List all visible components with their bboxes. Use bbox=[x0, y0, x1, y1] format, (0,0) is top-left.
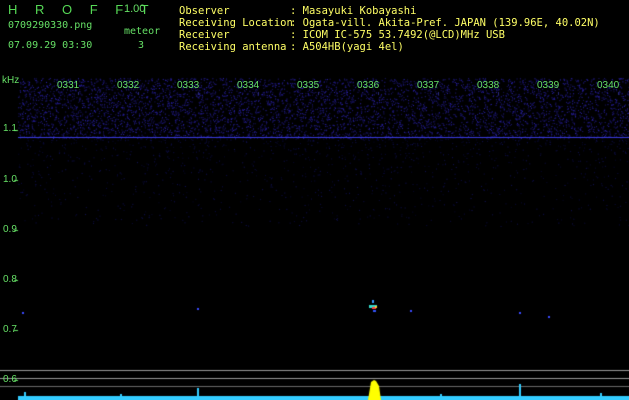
meteor-count: 3 bbox=[138, 40, 145, 51]
x-tick-label: 0337 bbox=[417, 80, 440, 91]
x-tick-label: 0333 bbox=[177, 80, 200, 91]
app-version: 1.00 bbox=[124, 3, 146, 15]
file-name: 0709290330.png bbox=[8, 20, 93, 31]
x-tick-label: 0331 bbox=[57, 80, 80, 91]
info-label-location: Receiving Location bbox=[179, 17, 293, 29]
x-tick-label: 0340 bbox=[597, 80, 620, 91]
y-axis-unit: kHz bbox=[2, 75, 20, 86]
x-tick-label: 0336 bbox=[357, 80, 380, 91]
info-value-receiver: : ICOM IC-575 53.7492(@LCD)MHz USB bbox=[290, 29, 505, 41]
x-tick-label: 0338 bbox=[477, 80, 500, 91]
spectrogram-canvas bbox=[0, 0, 629, 400]
x-tick-label: 0339 bbox=[537, 80, 560, 91]
info-label-antenna: Receiving antenna bbox=[179, 41, 287, 53]
info-value-location: : Ogata-vill. Akita-Pref. JAPAN (139.96E… bbox=[290, 17, 600, 29]
info-value-antenna: : A504HB(yagi 4el) bbox=[290, 41, 404, 53]
y-tick-label: 0.8 bbox=[3, 274, 17, 285]
y-tick-label: 1.1 bbox=[3, 123, 17, 134]
y-tick-label: 0.6 bbox=[3, 374, 17, 385]
x-tick-label: 0332 bbox=[117, 80, 140, 91]
info-value-observer: : Masayuki Kobayashi bbox=[290, 5, 417, 17]
date-time: 07.09.29 03:30 bbox=[8, 40, 93, 51]
info-label-receiver: Receiver bbox=[179, 29, 230, 41]
meteor-label: meteor bbox=[124, 26, 161, 37]
y-tick-label: 0.9 bbox=[3, 224, 17, 235]
y-tick-label: 0.7 bbox=[3, 324, 17, 335]
x-tick-label: 0334 bbox=[237, 80, 260, 91]
x-tick-label: 0335 bbox=[297, 80, 320, 91]
info-label-observer: Observer bbox=[179, 5, 230, 17]
y-tick-label: 1.0 bbox=[3, 174, 17, 185]
